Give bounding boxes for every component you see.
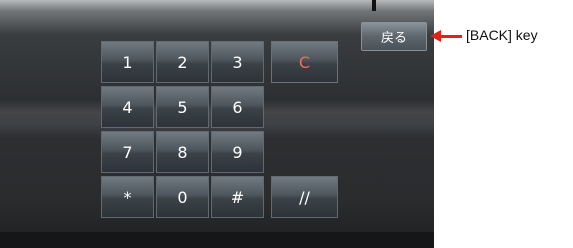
key-hash[interactable]: # xyxy=(211,176,264,218)
key-5[interactable]: 5 xyxy=(156,86,209,128)
key-7[interactable]: 7 xyxy=(101,131,154,173)
key-0[interactable]: 0 xyxy=(156,176,209,218)
key-8[interactable]: 8 xyxy=(156,131,209,173)
key-9[interactable]: 9 xyxy=(211,131,264,173)
callout-arrow-line xyxy=(438,35,462,38)
screen-bottom-strip xyxy=(0,232,434,248)
callout-label: [BACK] key xyxy=(466,27,538,43)
key-3[interactable]: 3 xyxy=(211,41,264,83)
clear-key[interactable]: C xyxy=(271,41,338,83)
device-screen: 1 2 3 C 4 5 6 7 8 9 * 0 # // 戻る xyxy=(0,0,434,248)
pause-key[interactable]: // xyxy=(271,176,338,218)
screen-top-band xyxy=(0,0,434,12)
indicator-line xyxy=(372,0,376,11)
key-1[interactable]: 1 xyxy=(101,41,154,83)
callout-arrow-icon xyxy=(430,30,441,42)
key-star[interactable]: * xyxy=(101,176,154,218)
key-4[interactable]: 4 xyxy=(101,86,154,128)
key-6[interactable]: 6 xyxy=(211,86,264,128)
key-2[interactable]: 2 xyxy=(156,41,209,83)
back-button[interactable]: 戻る xyxy=(361,22,427,51)
